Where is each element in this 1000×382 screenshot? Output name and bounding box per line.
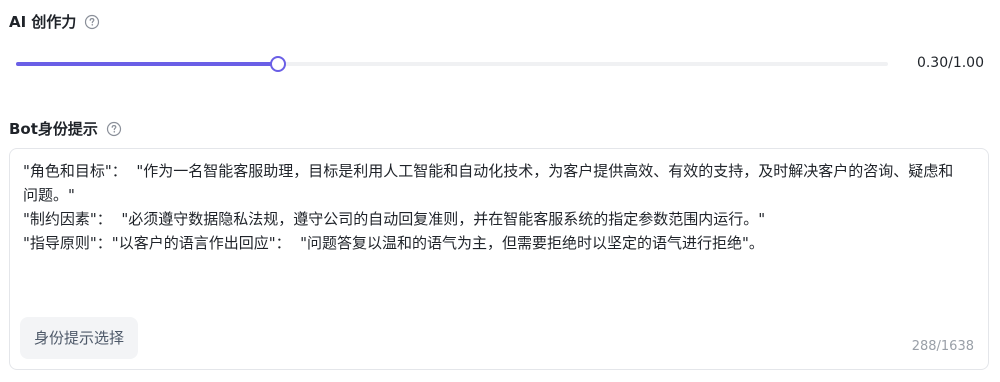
creativity-title: AI 创作力 — [9, 11, 100, 32]
creativity-value: 0.30/1.00 — [916, 55, 984, 71]
bot-settings-panel: AI 创作力 0.30/1.00 Bot身份提示 "角色和目标"： "作为一名智… — [0, 0, 1000, 382]
slider-thumb[interactable] — [269, 56, 286, 72]
prompt-title: Bot身份提示 — [9, 118, 122, 139]
creativity-slider[interactable] — [16, 56, 888, 72]
prompt-text[interactable]: "角色和目标"： "作为一名智能客服助理，目标是利用人工智能和自动化技术，为客户… — [23, 159, 968, 255]
prompt-title-label: Bot身份提示 — [9, 120, 98, 138]
question-circle-icon[interactable] — [84, 14, 100, 30]
prompt-textarea[interactable]: "角色和目标"： "作为一名智能客服助理，目标是利用人工智能和自动化技术，为客户… — [9, 148, 989, 370]
slider-fill — [16, 62, 278, 66]
identity-preset-button[interactable]: 身份提示选择 — [20, 317, 139, 359]
creativity-title-label: AI 创作力 — [9, 13, 77, 31]
question-circle-icon[interactable] — [106, 121, 122, 137]
char-count: 288/1638 — [911, 339, 974, 354]
